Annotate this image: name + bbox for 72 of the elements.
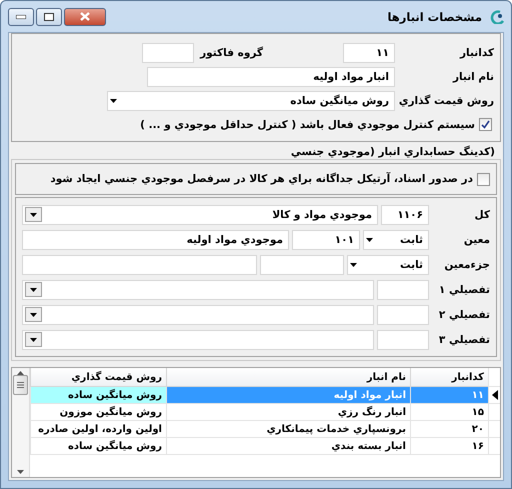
pricing-dropdown[interactable]: روش میانگین ساده bbox=[107, 90, 395, 110]
dropdown-button[interactable] bbox=[25, 282, 42, 297]
dropdown-button[interactable] bbox=[25, 207, 42, 222]
name-field[interactable]: انبار مواد اولیه bbox=[147, 66, 395, 86]
type-dropdown[interactable]: ثابت bbox=[363, 230, 429, 250]
field-label: جزءمعین bbox=[443, 258, 490, 270]
field-label: کدانبار bbox=[458, 46, 494, 58]
table-cell: روش میانگین ساده bbox=[30, 438, 166, 455]
field-label: تفصیلي ۳ bbox=[438, 334, 490, 346]
caret-icon bbox=[30, 288, 37, 292]
code-field[interactable] bbox=[260, 254, 344, 274]
table-cell: روش میانگین موزون bbox=[30, 404, 166, 421]
code-field[interactable] bbox=[377, 280, 429, 300]
checkbox-label: در صدور اسناد، آرتیکل جداگانه براي هر کالا در سرفصل موجودي جنسي ایجاد شود bbox=[50, 173, 473, 185]
type-dropdown[interactable]: ثابت bbox=[347, 254, 429, 274]
name-field[interactable] bbox=[22, 254, 257, 274]
maximize-button[interactable] bbox=[36, 8, 62, 26]
account-dropdown[interactable]: موجودي مواد و کالا bbox=[22, 204, 378, 224]
table-cell: ۱۶ bbox=[410, 438, 488, 455]
table-cell: ۲۰ bbox=[410, 421, 488, 438]
field-label: تفصیلي ۱ bbox=[438, 284, 490, 296]
dropdown-button[interactable] bbox=[25, 307, 42, 322]
scrollbar[interactable] bbox=[12, 368, 30, 477]
field-label: تفصیلي ۲ bbox=[438, 308, 490, 320]
caret-icon bbox=[30, 312, 37, 316]
row-pointer-icon bbox=[492, 390, 498, 400]
table-cell: انبار بسته بندي bbox=[166, 438, 410, 455]
table-cell: ۱۵ bbox=[410, 404, 488, 421]
table-cell: ۱۱ bbox=[410, 387, 488, 404]
minimize-button[interactable] bbox=[8, 8, 34, 26]
minimize-icon bbox=[16, 14, 26, 18]
caret-icon bbox=[350, 262, 357, 266]
column-header[interactable]: نام انبار bbox=[166, 368, 410, 387]
maximize-icon bbox=[44, 12, 54, 20]
checkbox-label: سیستم کنترل موجودي فعال باشد ( کنترل حداقل موجودي و ... ) bbox=[140, 118, 475, 130]
invoice-group-field[interactable] bbox=[142, 42, 194, 62]
scroll-thumb[interactable] bbox=[13, 375, 28, 395]
code-field[interactable]: ۱۱۰۶ bbox=[381, 204, 429, 224]
name-field[interactable]: موجودي مواد اولیه bbox=[22, 230, 289, 250]
code-field[interactable]: ۱۱ bbox=[343, 42, 395, 62]
field-label: معین bbox=[462, 234, 490, 246]
table-cell: برونسپاري خدمات پیمانکاري bbox=[166, 421, 410, 438]
close-button[interactable] bbox=[64, 8, 106, 26]
code-field[interactable] bbox=[377, 304, 429, 324]
column-header[interactable]: کدانبار bbox=[410, 368, 488, 387]
group-title: (کدینگ حسابداري انبار (موجودي جنسي bbox=[290, 146, 495, 158]
caret-icon bbox=[30, 338, 37, 342]
table-cell: انبار رنگ رزي bbox=[166, 404, 410, 421]
table-row[interactable]: ۱۱ انبار مواد اولیه روش میانگین ساده bbox=[30, 387, 500, 404]
table-row[interactable]: ۱۶ انبار بسته بندي روش میانگین ساده bbox=[30, 438, 500, 455]
scroll-down-icon[interactable] bbox=[17, 470, 24, 474]
column-header[interactable]: روش قیمت گذاري bbox=[30, 368, 166, 387]
field-label: کل bbox=[474, 208, 490, 220]
dropdown-button[interactable] bbox=[25, 332, 42, 347]
code-field[interactable]: ۱۰۱ bbox=[292, 230, 360, 250]
field-label: گروه فاکتور bbox=[198, 46, 263, 58]
table-row[interactable]: ۱۵ انبار رنگ رزي روش میانگین موزون bbox=[30, 404, 500, 421]
code-field[interactable] bbox=[377, 330, 429, 350]
window-title: مشخصات انبارها bbox=[387, 10, 482, 24]
table-cell: اولین وارده، اولین صادره bbox=[30, 421, 166, 438]
table-row[interactable]: ۲۰ برونسپاري خدمات پیمانکاري اولین وارده، اولین صادره bbox=[30, 421, 500, 438]
caret-icon bbox=[30, 212, 37, 216]
table-cell: روش میانگین ساده bbox=[30, 387, 166, 404]
checkbox[interactable] bbox=[477, 172, 490, 186]
caret-icon bbox=[366, 238, 373, 242]
field-label: نام انبار bbox=[452, 70, 494, 82]
close-icon bbox=[80, 12, 90, 21]
checkbox[interactable] bbox=[479, 118, 492, 131]
app-logo-icon bbox=[488, 10, 504, 24]
table-cell: انبار مواد اولیه bbox=[166, 387, 410, 404]
caret-icon bbox=[110, 98, 117, 102]
field-label: روش قیمت گذاري bbox=[398, 94, 494, 106]
